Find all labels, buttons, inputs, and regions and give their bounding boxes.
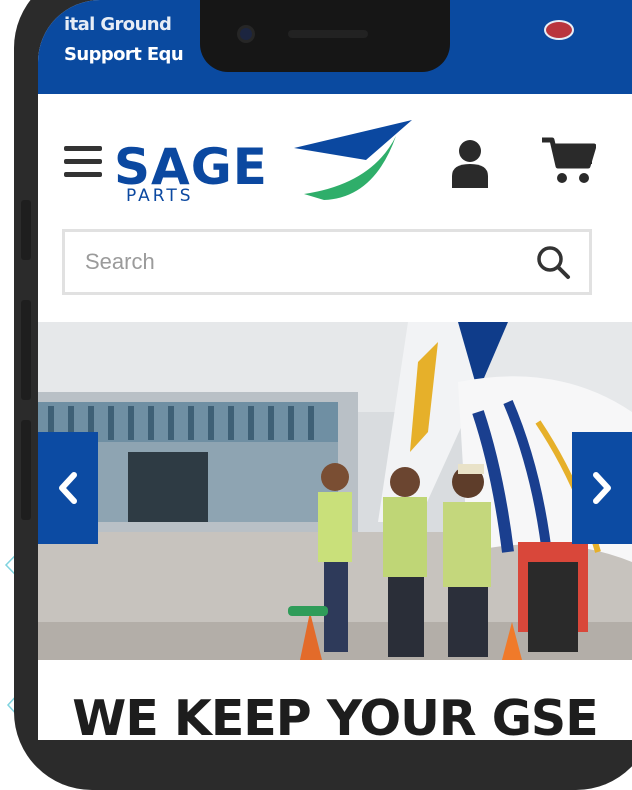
camera-icon — [240, 28, 252, 40]
user-account-icon[interactable] — [450, 138, 490, 188]
shopping-cart-icon[interactable] — [540, 136, 596, 186]
chevron-right-icon — [593, 472, 611, 504]
logo-text-sub: PARTS — [126, 186, 194, 206]
carousel-prev-button[interactable] — [38, 432, 98, 544]
hero-headline: WE KEEP YOUR GSE — [72, 690, 598, 740]
language-flag-icon[interactable] — [544, 20, 574, 40]
logo-text-main: SAGE — [114, 138, 268, 196]
search-bar — [62, 229, 592, 295]
sage-parts-logo[interactable]: SAGE PARTS — [114, 120, 412, 206]
top-banner-line-2: Support Equ — [64, 44, 184, 65]
phone-notch — [200, 0, 450, 72]
phone-side-button — [21, 200, 31, 260]
phone-screen: ital Ground Support Equ SAGE PARTS Searc… — [38, 0, 632, 740]
chevron-left-icon — [59, 472, 77, 504]
phone-volume-down-button — [21, 420, 31, 520]
hero-image-ground-crew — [38, 322, 632, 660]
search-icon[interactable] — [533, 242, 573, 282]
logo-swoosh-icon — [294, 120, 412, 200]
site-header: SAGE PARTS — [38, 94, 632, 229]
hamburger-menu-icon[interactable] — [64, 146, 104, 178]
speaker-grille — [288, 30, 368, 38]
phone-volume-up-button — [21, 300, 31, 400]
carousel-next-button[interactable] — [572, 432, 632, 544]
search-input[interactable] — [65, 232, 505, 292]
hero-carousel — [38, 322, 632, 660]
top-banner-line-1: ital Ground — [64, 14, 172, 35]
